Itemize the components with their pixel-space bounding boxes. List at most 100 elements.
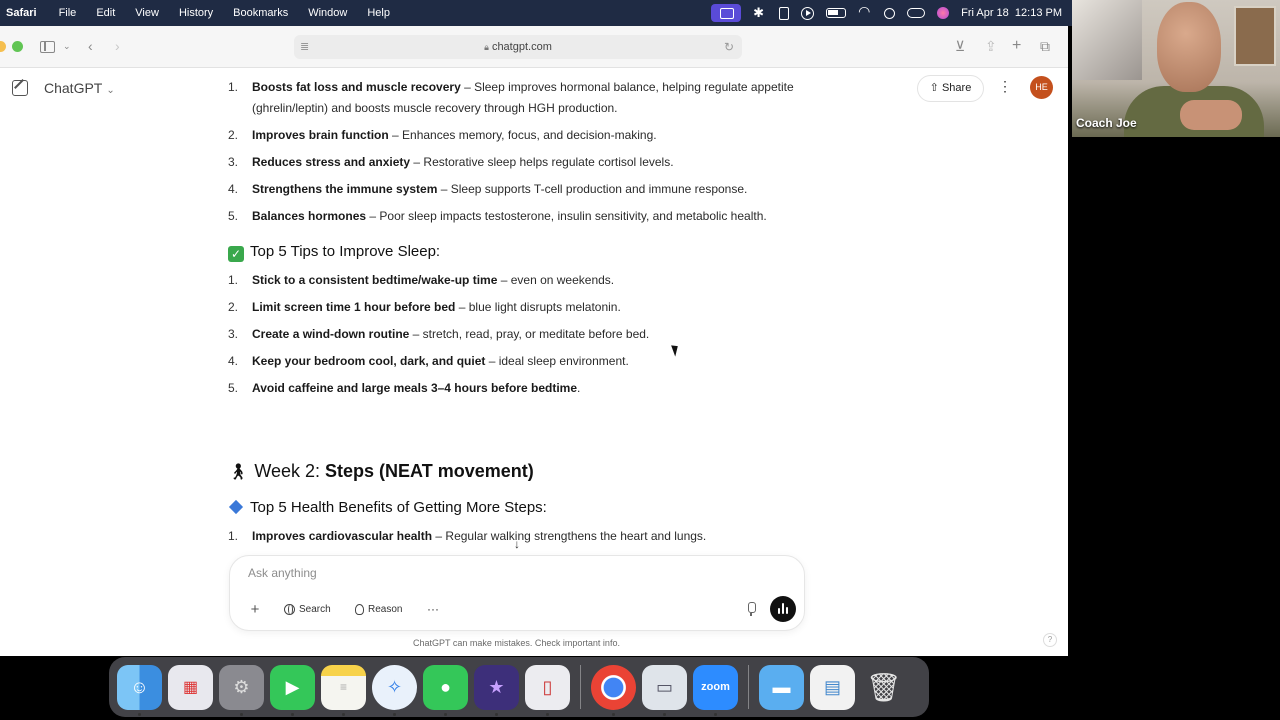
week2-title: Steps (NEAT movement) — [325, 461, 534, 481]
zoom-icon[interactable]: zoom — [693, 664, 738, 716]
list-text: Create a wind-down routine – stretch, re… — [252, 324, 812, 345]
browser-toolbar: ⌄ ‹ › ≣ 🔒︎ chatgpt.com ↻ ⊻ ⇪ + ⧉ — [0, 26, 1068, 68]
control-center-icon[interactable] — [907, 8, 926, 18]
chrome-icon[interactable] — [591, 664, 636, 716]
prompt-input[interactable] — [248, 566, 728, 580]
forward-icon[interactable]: › — [115, 38, 120, 54]
list-text: Improves brain function – Enhances memor… — [252, 125, 812, 146]
preview-icon[interactable]: ▭ — [642, 664, 687, 716]
spotlight-search-icon[interactable] — [884, 7, 896, 19]
folder-icon[interactable]: ▬ — [759, 664, 804, 710]
new-tab-icon[interactable]: + — [1012, 38, 1021, 54]
ellipsis-icon: ··· — [427, 602, 439, 616]
chatgpt-app: ChatGPT ⌄ ⇧ Share ⋮ HE 1. Boosts fat loss… — [0, 68, 1068, 656]
share-icon[interactable]: ⇪ — [985, 38, 997, 54]
week2-prefix: Week 2: — [254, 461, 326, 481]
back-icon[interactable]: ‹ — [88, 38, 93, 54]
system-settings-icon[interactable]: ⚙ — [219, 664, 264, 716]
list-number: 2. — [228, 128, 239, 142]
microphone-icon[interactable] — [743, 600, 759, 618]
messages-icon[interactable]: ● — [423, 664, 468, 716]
globe-icon — [284, 603, 295, 615]
menu-window[interactable]: Window — [308, 7, 347, 19]
list-text: Stick to a consistent bedtime/wake-up ti… — [252, 270, 812, 291]
lock-icon: 🔒︎ — [484, 42, 489, 52]
wifi-icon[interactable] — [858, 3, 872, 20]
list-number: 3. — [228, 327, 239, 341]
menu-app-name[interactable]: Safari — [6, 7, 37, 19]
new-chat-icon[interactable] — [12, 80, 28, 96]
more-tools-button[interactable]: ··· — [422, 598, 444, 620]
menu-view[interactable]: View — [135, 7, 159, 19]
minimize-button[interactable] — [0, 41, 6, 52]
search-button[interactable]: Search — [276, 598, 339, 620]
scroll-down-icon[interactable]: ↓ — [508, 535, 526, 553]
composer: + Search Reason ··· — [229, 555, 805, 631]
reload-icon[interactable]: ↻ — [724, 35, 734, 59]
list-number: 1. — [228, 80, 239, 94]
macos-dock: ☺ ▦ ⚙ ▶ ≡ ✧ ● ★ ▯ ▭ zoom ▬ ▤ 🗑︎ — [109, 657, 929, 717]
list-rest: – Poor sleep impacts testosterone, insul… — [366, 209, 767, 223]
notes-icon[interactable]: ≡ — [321, 664, 366, 716]
chevron-down-icon[interactable]: ⌄ — [63, 38, 71, 54]
screen-share-icon[interactable] — [711, 4, 742, 22]
list-bold: Avoid caffeine and large meals 3–4 hours… — [252, 381, 577, 395]
zoom-label: zoom — [701, 681, 730, 693]
menu-help[interactable]: Help — [367, 7, 390, 19]
gear-icon[interactable] — [753, 5, 767, 21]
menu-edit[interactable]: Edit — [96, 7, 115, 19]
avatar[interactable]: HE — [1030, 76, 1053, 99]
list-number: 2. — [228, 300, 239, 314]
list-number: 3. — [228, 155, 239, 169]
share-button[interactable]: ⇧ Share — [917, 75, 984, 102]
list-number: 5. — [228, 381, 239, 395]
url-text: chatgpt.com — [491, 41, 552, 53]
document-icon[interactable] — [779, 6, 790, 20]
menu-file[interactable]: File — [59, 7, 77, 19]
list-text: Balances hormones – Poor sleep impacts t… — [252, 206, 812, 227]
reason-button[interactable]: Reason — [347, 598, 410, 620]
background-shelf — [1072, 0, 1142, 80]
facetime-icon[interactable]: ▶ — [270, 664, 315, 716]
model-picker[interactable]: ChatGPT ⌄ — [44, 80, 115, 96]
list-rest: . — [577, 381, 581, 395]
tab-overview-icon[interactable]: ⧉ — [1040, 38, 1050, 54]
list-number: 1. — [228, 529, 239, 543]
siri-icon[interactable] — [937, 7, 950, 19]
play-icon[interactable] — [801, 6, 815, 20]
trash-icon[interactable]: 🗑︎ — [861, 665, 906, 710]
walking-person-icon: 🚶︎ — [228, 464, 249, 481]
reader-icon[interactable]: ≣ — [300, 35, 309, 59]
iphone-mirroring-icon[interactable]: ▯ — [525, 664, 570, 716]
help-button[interactable]: ? — [1043, 633, 1057, 647]
list-number: 4. — [228, 354, 239, 368]
dock-separator — [748, 665, 749, 709]
steps-heading: Top 5 Health Benefits of Getting More St… — [228, 499, 547, 516]
launchpad-icon[interactable]: ▦ — [168, 664, 213, 710]
list-number: 5. — [228, 209, 239, 223]
list-text: Improves cardiovascular health – Regular… — [252, 526, 812, 547]
list-text: Avoid caffeine and large meals 3–4 hours… — [252, 378, 812, 399]
zoom-button[interactable] — [12, 41, 23, 52]
list-bold: Improves cardiovascular health — [252, 529, 433, 543]
safari-window: ⌄ ‹ › ≣ 🔒︎ chatgpt.com ↻ ⊻ ⇪ + ⧉ ChatGPT ⌄… — [0, 26, 1068, 656]
voice-mode-button[interactable] — [770, 596, 796, 622]
webcam-video: Coach Joe — [1072, 0, 1280, 137]
menu-bookmarks[interactable]: Bookmarks — [233, 7, 288, 19]
disclaimer: ChatGPT can make mistakes. Check importa… — [413, 638, 620, 648]
finder-icon[interactable]: ☺ — [117, 664, 162, 716]
battery-icon[interactable] — [826, 8, 847, 18]
imovie-icon[interactable]: ★ — [474, 664, 519, 716]
safari-icon[interactable]: ✧ — [372, 664, 417, 716]
list-number: 1. — [228, 273, 239, 287]
download-icon[interactable]: ⊻ — [955, 38, 965, 54]
address-bar[interactable]: ≣ 🔒︎ chatgpt.com ↻ — [294, 35, 742, 59]
list-number: 4. — [228, 182, 239, 196]
sidebar-toggle-icon[interactable] — [40, 41, 55, 53]
more-options-icon[interactable]: ⋮ — [998, 78, 1012, 95]
menubar-clock[interactable]: Fri Apr 18 12:13 PM — [961, 7, 1062, 19]
attach-button[interactable]: + — [244, 598, 266, 620]
list-bold: Stick to a consistent bedtime/wake-up ti… — [252, 273, 498, 287]
window-thumbnail-icon[interactable]: ▤ — [810, 664, 855, 710]
menu-history[interactable]: History — [179, 7, 213, 19]
